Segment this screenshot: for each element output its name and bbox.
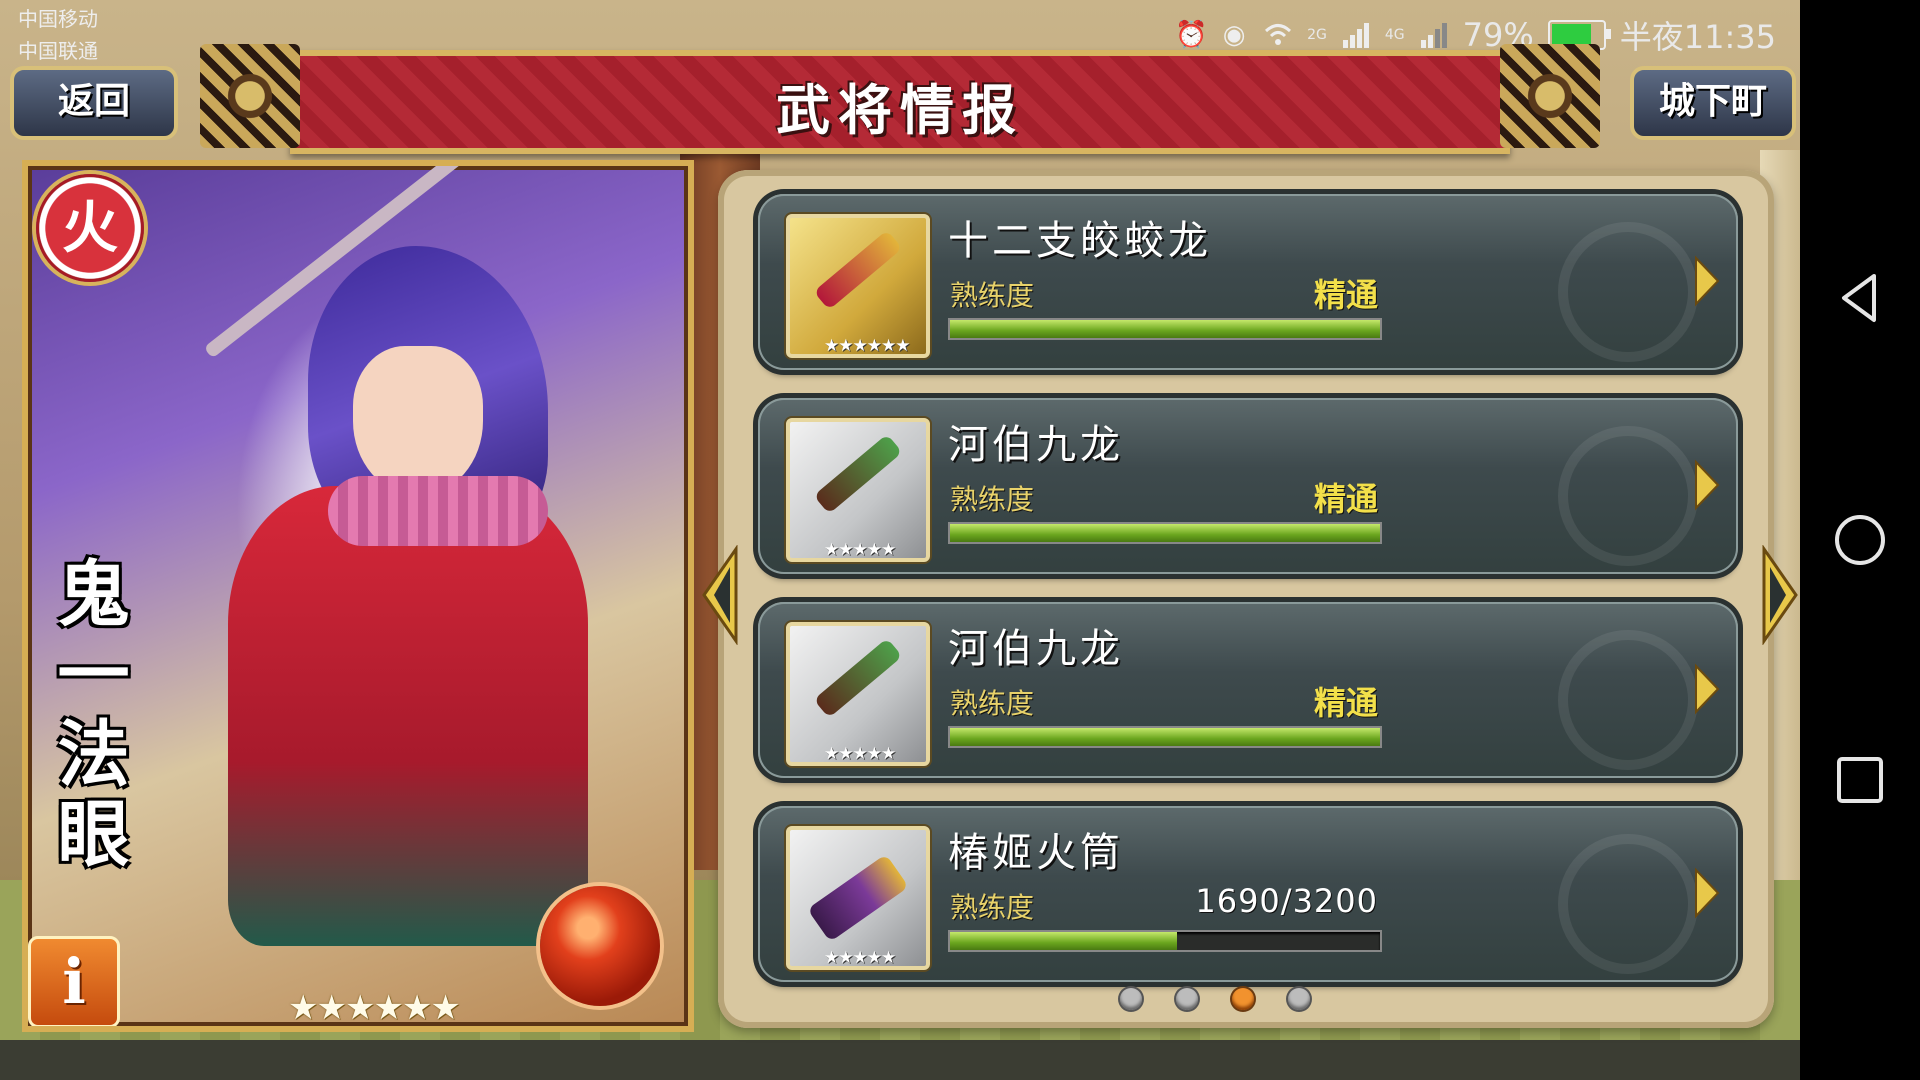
signal-2g-label: 2G bbox=[1307, 27, 1327, 43]
proficiency-bar-fill bbox=[950, 932, 1178, 950]
carrier-1: 中国移动 bbox=[18, 7, 98, 31]
crest-icon bbox=[1558, 222, 1698, 362]
body-art bbox=[228, 486, 588, 946]
proficiency-value: 精通 bbox=[1313, 480, 1378, 518]
weapon-row[interactable]: ★★★★★ 椿姬火筒 熟练度 1690/3200 bbox=[758, 806, 1738, 982]
recent-apps-icon[interactable] bbox=[1830, 750, 1890, 810]
weapon-name: 河伯九龙 bbox=[948, 626, 1124, 672]
weapon-row[interactable]: ★★★★★ 河伯九龙 熟练度 精通 bbox=[758, 398, 1738, 574]
weapon-stars: ★★★★★ bbox=[824, 540, 896, 560]
page-dot[interactable] bbox=[1288, 988, 1310, 1010]
prev-page-arrow-icon[interactable] bbox=[700, 545, 740, 645]
knot-ornament-icon bbox=[1500, 44, 1600, 148]
weapon-name: 河伯九龙 bbox=[948, 422, 1124, 468]
character-card[interactable]: 火 鬼一法眼 i ★★★★★★ bbox=[22, 160, 694, 1032]
proficiency-bar bbox=[948, 930, 1382, 952]
home-icon[interactable] bbox=[1830, 510, 1890, 570]
weapon-name: 十二支皎蛟龙 bbox=[948, 218, 1212, 264]
proficiency-value: 精通 bbox=[1313, 276, 1378, 314]
castle-town-button[interactable]: 城下町 bbox=[1630, 66, 1796, 140]
proficiency-bar bbox=[948, 726, 1382, 748]
rarity-stars: ★★★★★★ bbox=[288, 988, 461, 1028]
crest-icon bbox=[1558, 426, 1698, 566]
weapon-thumbnail: ★★★★★ bbox=[786, 622, 930, 766]
back-button[interactable]: 返回 bbox=[10, 66, 178, 140]
weapon-name: 椿姬火筒 bbox=[948, 830, 1124, 876]
proficiency-bar-fill bbox=[950, 728, 1380, 746]
fire-element-icon: 火 bbox=[36, 174, 144, 282]
page-dot-active[interactable] bbox=[1232, 988, 1254, 1010]
crest-icon bbox=[1558, 630, 1698, 770]
proficiency-label: 熟练度 bbox=[950, 891, 1035, 924]
proficiency-bar bbox=[948, 522, 1382, 544]
weapon-row[interactable]: ★★★★★★ 十二支皎蛟龙 熟练度 精通 bbox=[758, 194, 1738, 370]
proficiency-bar-fill bbox=[950, 524, 1380, 542]
game-screen: 中国移动 中国联通 ⏰ ◉ 2G 4G 79% 半夜11:35 武将情报 返回 … bbox=[0, 0, 1800, 1080]
back-icon[interactable] bbox=[1830, 268, 1890, 328]
info-button[interactable]: i bbox=[28, 936, 120, 1026]
status-bar: 中国移动 中国联通 ⏰ ◉ 2G 4G 79% 半夜11:35 bbox=[0, 0, 1800, 62]
scarf-art bbox=[328, 476, 548, 546]
weapon-thumbnail: ★★★★★ bbox=[786, 418, 930, 562]
character-name: 鬼一法眼 bbox=[45, 556, 130, 876]
gun-icon bbox=[813, 433, 903, 515]
weapon-row[interactable]: ★★★★★ 河伯九龙 熟练度 精通 bbox=[758, 602, 1738, 778]
title-banner: 武将情报 bbox=[290, 50, 1510, 154]
proficiency-label: 熟练度 bbox=[950, 483, 1035, 516]
proficiency-label: 熟练度 bbox=[950, 279, 1035, 312]
weapon-stars: ★★★★★★ bbox=[824, 336, 910, 356]
cannon-icon bbox=[807, 854, 909, 942]
magatama-icon bbox=[540, 886, 660, 1006]
page-indicator bbox=[1120, 988, 1310, 1010]
proficiency-bar bbox=[948, 318, 1382, 340]
knot-ornament-icon bbox=[200, 44, 300, 148]
next-page-arrow-icon[interactable] bbox=[1760, 545, 1800, 645]
header: 武将情报 返回 城下町 bbox=[0, 44, 1800, 154]
weapon-thumbnail: ★★★★★★ bbox=[786, 214, 930, 358]
proficiency-label: 熟练度 bbox=[950, 687, 1035, 720]
chevron-right-icon[interactable] bbox=[1692, 662, 1722, 716]
chevron-right-icon[interactable] bbox=[1692, 866, 1722, 920]
weapon-stars: ★★★★★ bbox=[824, 948, 896, 968]
navigation-bar bbox=[1800, 0, 1920, 1080]
proficiency-value: 精通 bbox=[1313, 684, 1378, 722]
crest-icon bbox=[1558, 834, 1698, 974]
character-portrait bbox=[188, 166, 608, 966]
signal-4g-label: 4G bbox=[1384, 27, 1405, 43]
chevron-right-icon[interactable] bbox=[1692, 458, 1722, 512]
weapon-thumbnail: ★★★★★ bbox=[786, 826, 930, 970]
page-title: 武将情报 bbox=[776, 78, 1024, 142]
chevron-right-icon[interactable] bbox=[1692, 254, 1722, 308]
page-dot[interactable] bbox=[1120, 988, 1142, 1010]
face-art bbox=[353, 346, 483, 496]
proficiency-bar-fill bbox=[950, 320, 1380, 338]
background-floor bbox=[0, 1040, 1800, 1080]
page-dot[interactable] bbox=[1176, 988, 1198, 1010]
gun-icon bbox=[813, 637, 903, 719]
weapon-stars: ★★★★★ bbox=[824, 744, 896, 764]
proficiency-value: 1690/3200 bbox=[1195, 882, 1378, 920]
gun-icon bbox=[813, 229, 903, 311]
